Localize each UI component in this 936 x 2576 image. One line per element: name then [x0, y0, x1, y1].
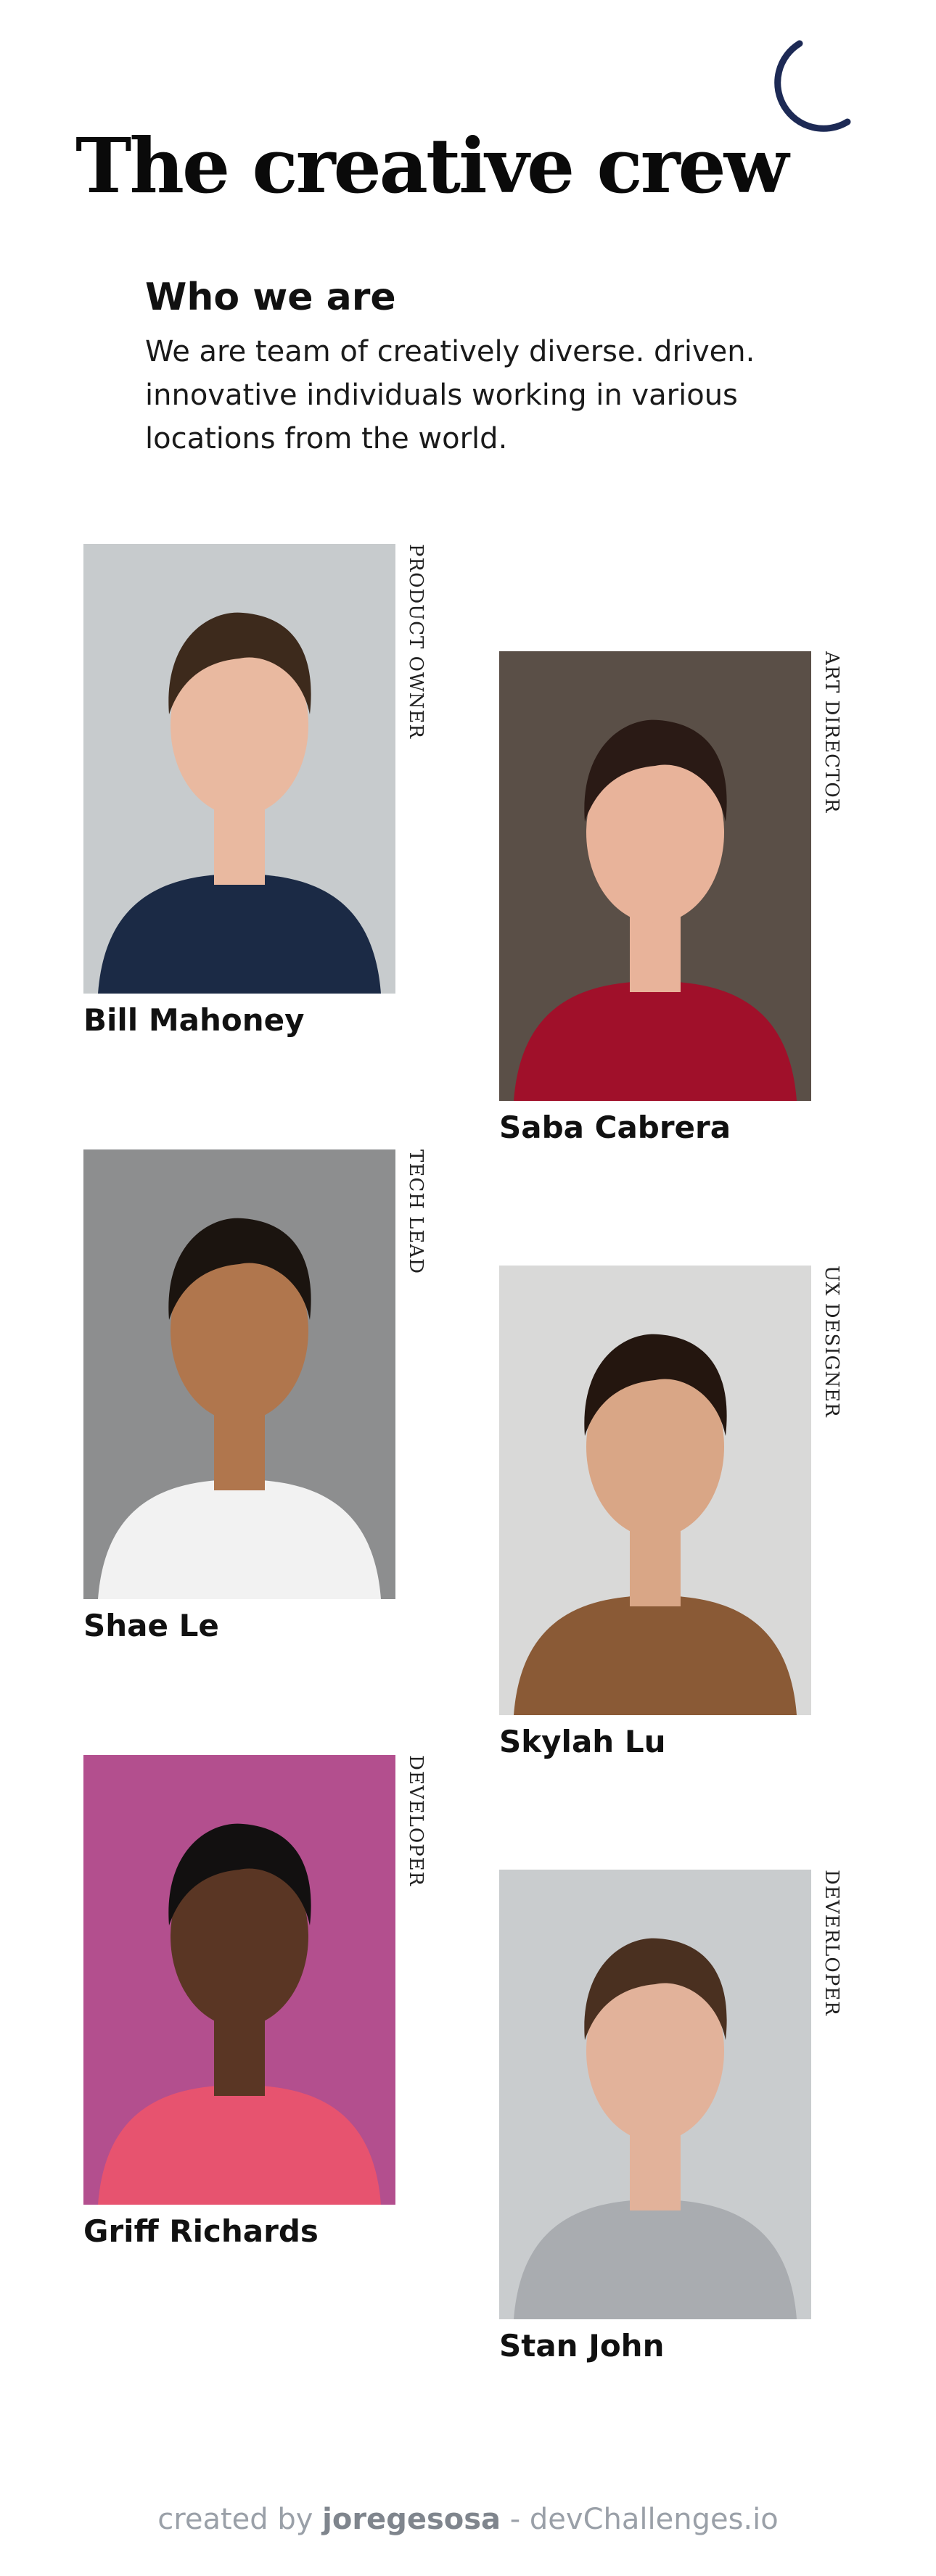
team-photo	[83, 1149, 395, 1599]
team-role: TECH LEAD	[405, 1149, 427, 1275]
team-name: Saba Cabrera	[499, 1110, 731, 1145]
team-photo	[499, 1266, 811, 1715]
footer-prefix: created by	[157, 2503, 323, 2536]
footer-credit: created by joregesosa - devChallenges.io	[0, 2499, 936, 2540]
footer-suffix: - devChallenges.io	[501, 2503, 779, 2536]
intro-text: We are team of creatively diverse. drive…	[145, 335, 755, 455]
intro-heading: Who we are	[145, 276, 396, 319]
team-card-stan-john: DEVERLOPER Stan John	[499, 1870, 842, 2366]
team-role: UX DESIGNER	[821, 1266, 842, 1418]
team-photo	[83, 1755, 395, 2205]
team-name: Skylah Lu	[499, 1724, 666, 1759]
team-name: Shae Le	[83, 1608, 219, 1643]
team-card-saba-cabrera: ART DIRECTOR Saba Cabrera	[499, 651, 842, 1147]
team-role: ART DIRECTOR	[821, 651, 842, 814]
team-card-shae-le: TECH LEAD Shae Le	[83, 1149, 427, 1646]
team-photo	[499, 651, 811, 1101]
team-photo	[83, 544, 395, 994]
team-photo	[499, 1870, 811, 2319]
team-role: DEVELOPER	[405, 1755, 427, 1887]
footer-author-link[interactable]: joregesosa	[322, 2503, 501, 2536]
team-name: Bill Mahoney	[83, 1002, 305, 1038]
team-role: DEVERLOPER	[821, 1870, 842, 2016]
page-title: The creative crew	[75, 121, 789, 210]
team-role: PRODUCT OWNER	[405, 544, 427, 739]
team-name: Griff Richards	[83, 2213, 319, 2249]
team-card-bill-mahoney: PRODUCT OWNER Bill Mahoney	[83, 544, 427, 1040]
team-card-griff-richards: DEVELOPER Griff Richards	[83, 1755, 427, 2251]
team-card-skylah-lu: UX DESIGNER Skylah Lu	[499, 1266, 842, 1762]
team-name: Stan John	[499, 2328, 665, 2364]
